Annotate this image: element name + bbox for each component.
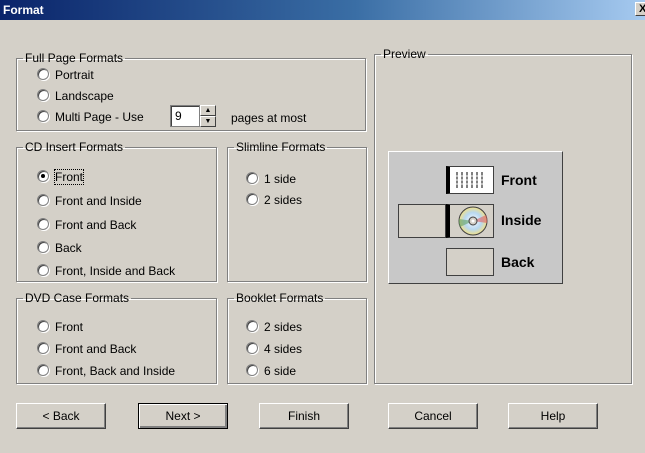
radio-slimline-2-sides-label: 2 sides <box>264 192 303 207</box>
dvd-case-formats-title: DVD Case Formats <box>25 291 130 305</box>
radio-slimline-1-side-label: 1 side <box>264 171 297 186</box>
radio-dvd-front-back-circle[interactable] <box>37 341 49 354</box>
radio-landscape[interactable]: Landscape <box>37 87 114 103</box>
finish-button[interactable]: Finish <box>259 403 349 429</box>
radio-cd-back[interactable]: Back <box>37 239 82 255</box>
spinner-buttons: ▲ ▼ <box>200 105 216 127</box>
preview-inside-label: Inside <box>501 212 542 228</box>
radio-cd-front-inside-back[interactable]: Front, Inside and Back <box>37 262 175 278</box>
radio-dvd-front-back-inside-circle[interactable] <box>37 363 49 376</box>
next-button[interactable]: Next > <box>138 403 228 429</box>
preview-title: Preview <box>383 47 426 61</box>
radio-cd-front-back-circle[interactable] <box>37 217 49 230</box>
cd-insert-formats-title: CD Insert Formats <box>25 140 124 154</box>
radio-dvd-front-circle[interactable] <box>37 319 49 332</box>
booklet-formats-title: Booklet Formats <box>236 291 324 305</box>
radio-dvd-front-back[interactable]: Front and Back <box>37 340 136 356</box>
radio-booklet-6-side-circle[interactable] <box>246 363 258 376</box>
radio-booklet-4-sides-circle[interactable] <box>246 341 258 354</box>
radio-landscape-label: Landscape <box>55 88 114 103</box>
preview-back-label: Back <box>501 254 535 270</box>
radio-cd-front-inside-label: Front and Inside <box>55 193 142 208</box>
radio-portrait-label: Portrait <box>55 67 94 82</box>
radio-dvd-front-back-inside[interactable]: Front, Back and Inside <box>37 362 175 378</box>
radio-cd-back-label: Back <box>55 240 82 255</box>
spin-up-icon[interactable]: ▲ <box>200 105 216 116</box>
cancel-button[interactable]: Cancel <box>388 403 478 429</box>
text-lines-icon <box>454 172 490 188</box>
full-page-formats-title: Full Page Formats <box>25 51 124 65</box>
radio-booklet-2-sides-label: 2 sides <box>264 319 303 334</box>
title-bar: Format X <box>0 0 645 20</box>
radio-cd-front-circle[interactable] <box>37 169 49 182</box>
dialog-body: Full Page Formats Portrait Landscape Mul… <box>10 42 641 429</box>
preview-panel: Front Inside Back <box>388 151 563 284</box>
window-title: Format <box>3 3 44 17</box>
cd-insert-formats-group: CD Insert Formats <box>16 140 217 282</box>
preview-back-page <box>446 248 494 276</box>
slimline-formats-title: Slimline Formats <box>236 140 326 154</box>
radio-landscape-circle[interactable] <box>37 88 49 101</box>
radio-booklet-2-sides-circle[interactable] <box>246 319 258 332</box>
radio-cd-front-back[interactable]: Front and Back <box>37 216 136 232</box>
radio-booklet-6-side-label: 6 side <box>264 363 297 378</box>
radio-multi-page[interactable]: Multi Page - Use <box>37 108 144 124</box>
radio-cd-front-back-label: Front and Back <box>55 217 137 232</box>
radio-slimline-1-side-circle[interactable] <box>246 171 258 184</box>
radio-cd-front-inside[interactable]: Front and Inside <box>37 192 142 208</box>
help-button[interactable]: Help <box>508 403 598 429</box>
radio-booklet-6-side[interactable]: 6 side <box>246 362 296 378</box>
radio-dvd-front-label: Front <box>55 319 84 334</box>
radio-dvd-front-back-inside-label: Front, Back and Inside <box>55 363 176 378</box>
pages-spinner: 9 ▲ ▼ <box>170 105 216 127</box>
close-button[interactable]: X <box>635 2 645 16</box>
slimline-formats-group: Slimline Formats <box>227 140 367 282</box>
pages-value: 9 <box>175 109 182 123</box>
radio-multi-page-label: Multi Page - Use <box>55 109 144 124</box>
radio-cd-front-inside-back-label: Front, Inside and Back <box>55 263 176 278</box>
radio-portrait[interactable]: Portrait <box>37 66 94 82</box>
preview-inside-left <box>398 204 446 238</box>
preview-front-label: Front <box>501 172 537 188</box>
radio-booklet-2-sides[interactable]: 2 sides <box>246 318 302 334</box>
radio-multi-page-circle[interactable] <box>37 109 49 122</box>
radio-slimline-2-sides-circle[interactable] <box>246 192 258 205</box>
radio-cd-back-circle[interactable] <box>37 240 49 253</box>
radio-cd-front[interactable]: Front <box>37 168 85 185</box>
pages-suffix: pages at most <box>231 111 307 125</box>
back-button[interactable]: < Back <box>16 403 106 429</box>
preview-front-page <box>446 166 494 194</box>
pages-input[interactable]: 9 <box>170 105 200 127</box>
radio-booklet-4-sides-label: 4 sides <box>264 341 303 356</box>
radio-slimline-2-sides[interactable]: 2 sides <box>246 191 302 207</box>
cd-disc-icon <box>458 206 488 236</box>
radio-booklet-4-sides[interactable]: 4 sides <box>246 340 302 356</box>
radio-cd-front-inside-circle[interactable] <box>37 193 49 206</box>
radio-dvd-front-back-label: Front and Back <box>55 341 137 356</box>
preview-inside-right <box>446 204 494 238</box>
radio-portrait-circle[interactable] <box>37 67 49 80</box>
radio-dvd-front[interactable]: Front <box>37 318 83 334</box>
radio-cd-front-inside-back-circle[interactable] <box>37 263 49 276</box>
spin-down-icon[interactable]: ▼ <box>200 116 216 127</box>
radio-cd-front-label: Front <box>53 168 85 185</box>
radio-slimline-1-side[interactable]: 1 side <box>246 170 296 186</box>
